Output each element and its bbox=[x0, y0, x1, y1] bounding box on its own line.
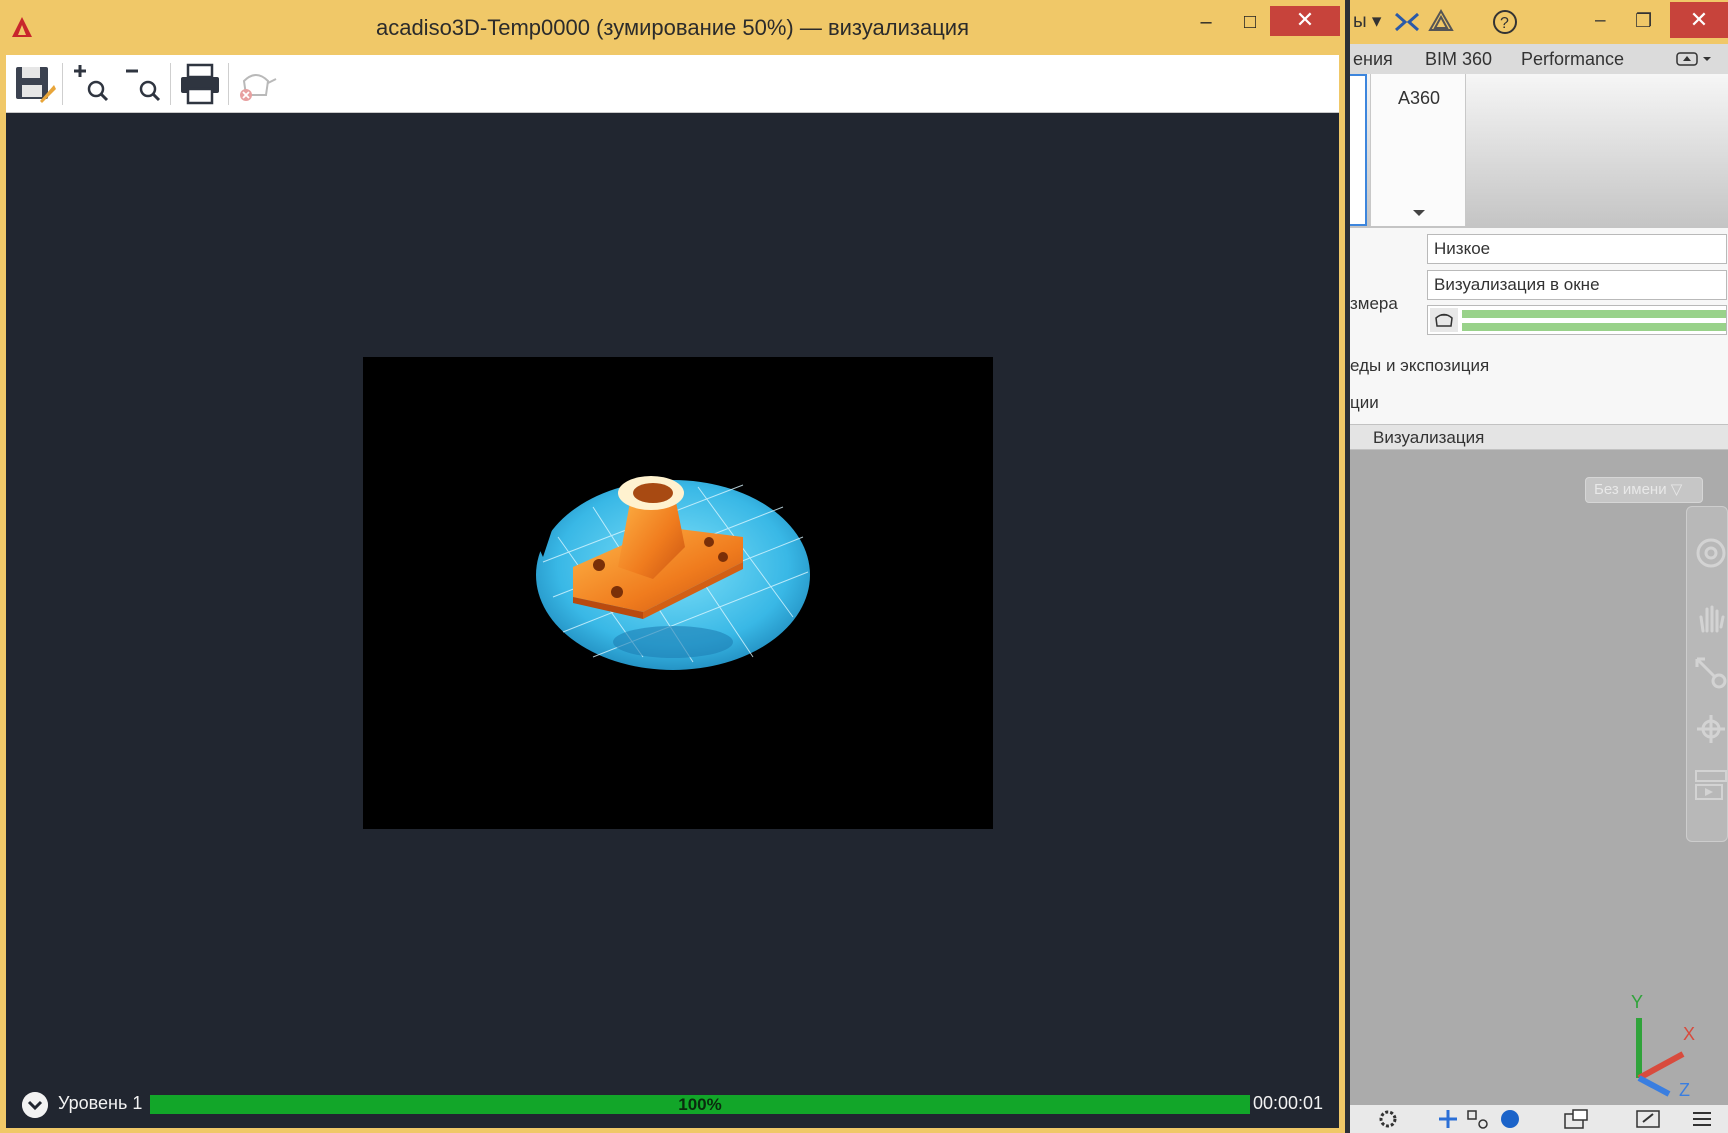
close-button[interactable]: ✕ bbox=[1670, 2, 1728, 38]
ucs-icon: Y X Z bbox=[1631, 992, 1695, 1100]
expand-details-icon[interactable] bbox=[22, 1092, 48, 1118]
zoom-extents-icon[interactable] bbox=[1693, 655, 1728, 691]
rendered-image bbox=[363, 357, 993, 829]
save-icon[interactable] bbox=[10, 61, 58, 107]
zoom-in-icon[interactable] bbox=[66, 61, 114, 107]
toolbar-separator bbox=[62, 63, 63, 105]
ucs-x-label: X bbox=[1683, 1024, 1695, 1044]
toolbar-separator bbox=[170, 63, 171, 105]
autodesk-icon[interactable] bbox=[1427, 8, 1455, 34]
help-icon[interactable]: ? bbox=[1491, 8, 1521, 36]
environment-label[interactable]: еды и экспозиция bbox=[1350, 356, 1489, 376]
menu-icon[interactable] bbox=[1689, 1108, 1715, 1130]
elapsed-time: 00:00:01 bbox=[1253, 1093, 1324, 1113]
progress-bar-upper bbox=[1462, 310, 1726, 318]
autocad-title-bar: ы ▾ ? – ❐ ✕ bbox=[1345, 0, 1728, 44]
desktop: ы ▾ ? – ❐ ✕ ения BIM 360 Performance A36… bbox=[0, 0, 1728, 1133]
title-fragment: ы ▾ bbox=[1353, 11, 1382, 32]
close-button[interactable]: ✕ bbox=[1270, 6, 1340, 36]
progress-bar-lower bbox=[1462, 323, 1726, 331]
svg-text:?: ? bbox=[1500, 15, 1509, 32]
quality-select[interactable]: Низкое bbox=[1427, 234, 1727, 264]
autocad-status-bar bbox=[1345, 1105, 1728, 1133]
render-target-select[interactable]: Визуализация в окне bbox=[1427, 270, 1727, 300]
ribbon-tabs: ения BIM 360 Performance bbox=[1345, 44, 1728, 74]
orbit-icon[interactable] bbox=[1693, 711, 1728, 747]
render-window: acadiso3D-Temp0000 (зумирование 50%) — в… bbox=[0, 0, 1345, 1133]
pan-icon[interactable] bbox=[1693, 601, 1728, 637]
size-label: змера bbox=[1350, 294, 1398, 313]
annotation-icon[interactable] bbox=[1563, 1108, 1589, 1130]
render-status-bar: Уровень 1 100% 00:00:01 bbox=[6, 1080, 1339, 1128]
window-title: acadiso3D-Temp0000 (зумирование 50%) — в… bbox=[375, 15, 970, 40]
restore-button[interactable]: ❐ bbox=[1635, 10, 1652, 33]
maximize-button[interactable]: □ bbox=[1232, 8, 1268, 36]
minimize-button[interactable]: – bbox=[1595, 10, 1606, 32]
progress-percent: 100% bbox=[678, 1095, 722, 1114]
ribbon-tab[interactable]: ения bbox=[1353, 49, 1393, 70]
ribbon-panel: A360 bbox=[1345, 74, 1728, 228]
render-level-label: Уровень 1 bbox=[58, 1093, 143, 1113]
view-name-pill[interactable]: Без имени ▽ bbox=[1585, 477, 1703, 503]
render-progress-bar: 100% bbox=[150, 1095, 1250, 1114]
isolate-icon[interactable] bbox=[1497, 1108, 1523, 1130]
section-label: Визуализация bbox=[1373, 428, 1485, 447]
print-icon[interactable] bbox=[176, 61, 224, 107]
snap-icon[interactable] bbox=[1465, 1108, 1491, 1130]
autocad-background-window: ы ▾ ? – ❐ ✕ ения BIM 360 Performance A36… bbox=[1345, 0, 1728, 1133]
navigation-bar bbox=[1686, 506, 1728, 842]
gear-icon[interactable] bbox=[1375, 1108, 1401, 1130]
render-title-bar[interactable]: acadiso3D-Temp0000 (зумирование 50%) — в… bbox=[0, 0, 1345, 55]
teapot-icon[interactable] bbox=[1430, 308, 1458, 332]
showmotion-icon[interactable] bbox=[1693, 767, 1728, 803]
ribbon-tab-performance[interactable]: Performance bbox=[1521, 49, 1624, 70]
rendered-model-image bbox=[533, 476, 810, 670]
ucs-z-label: Z bbox=[1679, 1080, 1690, 1100]
toolbar-separator bbox=[228, 63, 229, 105]
panel-a360[interactable]: A360 bbox=[1370, 74, 1466, 226]
minimize-button[interactable]: – bbox=[1188, 8, 1224, 36]
zoom-out-icon[interactable] bbox=[118, 61, 166, 107]
render-progress-control bbox=[1427, 305, 1727, 335]
steering-wheel-icon[interactable] bbox=[1693, 535, 1728, 571]
chevron-down-icon[interactable] bbox=[1411, 208, 1427, 218]
plus-icon[interactable] bbox=[1435, 1108, 1461, 1130]
panel-a360-label: A360 bbox=[1397, 88, 1441, 108]
exchange-icon[interactable] bbox=[1393, 10, 1421, 34]
section-bar: Визуализация bbox=[1345, 424, 1728, 450]
cancel-render-icon bbox=[240, 74, 277, 101]
other-label[interactable]: ции bbox=[1350, 393, 1379, 413]
ribbon-tab-bim360[interactable]: BIM 360 bbox=[1425, 49, 1492, 70]
fullscreen-icon[interactable] bbox=[1635, 1108, 1661, 1130]
render-toolbar bbox=[6, 55, 1339, 113]
ucs-y-label: Y bbox=[1631, 992, 1643, 1012]
ribbon-toggle-icon[interactable] bbox=[1675, 50, 1715, 68]
render-canvas bbox=[6, 113, 1339, 1080]
render-properties: Низкое Визуализация в окне змера еды и э… bbox=[1345, 228, 1728, 424]
